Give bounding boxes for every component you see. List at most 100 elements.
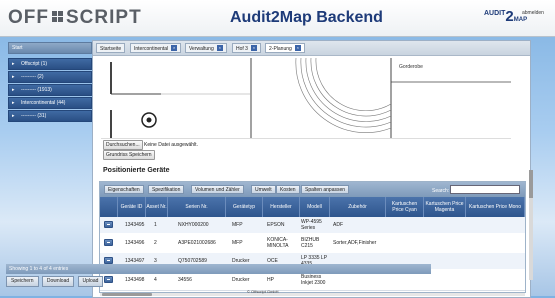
upload-row: Durchsuchen... Keine Datei ausgewählt.	[103, 140, 198, 150]
cell-asset-nr: 1	[154, 222, 157, 228]
col-header-geraetetyp[interactable]: Gerätetyp	[226, 197, 263, 217]
offscript-logo: OFF SCRIPT	[8, 7, 142, 29]
col-header-geraete-id[interactable]: Geräte ID	[118, 197, 146, 217]
chevron-right-icon: ▸	[12, 113, 15, 119]
close-icon[interactable]: ×	[171, 45, 178, 51]
sidebar-item-intercontinental[interactable]: ▸ Intercontinental (44)	[8, 97, 92, 109]
tab-label: 2-Planung	[269, 46, 292, 52]
tab-spalten-anpassen[interactable]: Spalten anpassen	[301, 185, 350, 194]
save-plan-row: Grundriss Speichern	[103, 150, 155, 160]
tab-spezifikation[interactable]: Spezifikation	[148, 185, 185, 194]
logo-grid-icon	[52, 11, 63, 22]
copyright: © Offscript GmbH	[247, 289, 279, 294]
sidebar-item-label: Offscript (1)	[21, 61, 48, 67]
close-icon[interactable]: ×	[294, 45, 301, 51]
device-table: Eigenschaften Spezifikation Volumen und …	[99, 181, 526, 296]
sidebar-item-offscript[interactable]: ▸ Offscript (1)	[8, 58, 92, 70]
app-title: Audit2Map Backend	[230, 9, 383, 26]
close-icon[interactable]: ×	[216, 45, 223, 51]
logout-link[interactable]: abmelden	[522, 10, 544, 16]
search-label: Search:	[432, 188, 450, 194]
save-floorplan-button[interactable]: Grundriss Speichern	[103, 150, 155, 160]
sidebar-item-label: --------- (2)	[21, 74, 44, 80]
cell-geraete-id: 1343495	[125, 222, 145, 228]
col-header-actions	[100, 197, 118, 217]
sidebar-item-label: --------- (31)	[21, 113, 47, 119]
table-row[interactable]: 1343495 1 NXHY000200 MFP EPSON WP-4595 S…	[100, 217, 525, 234]
vertical-scrollbar[interactable]	[529, 170, 533, 280]
col-header-hersteller[interactable]: Hersteller	[263, 197, 300, 217]
chevron-right-icon: ▸	[12, 61, 15, 67]
sidebar: Start ▸ Offscript (1) ▸ --------- (2) ▸ …	[8, 42, 92, 123]
tab-label: Intercontinental	[134, 46, 169, 52]
floor-plan-drawing	[110, 58, 511, 138]
download-button[interactable]: Download	[41, 276, 75, 287]
col-header-price-cyan[interactable]: Kartuschen Price Cyan	[386, 197, 424, 217]
tab-kosten[interactable]: Kosten	[276, 185, 300, 194]
col-header-modell[interactable]: Modell	[300, 197, 330, 217]
cell-geraetetyp: MFP	[232, 222, 243, 228]
brand-audit: AUDIT	[484, 10, 506, 17]
cell-modell: WP-4595 Series	[301, 219, 322, 231]
no-file-text: Keine Datei ausgewählt.	[144, 142, 198, 148]
tab-label: Verwaltung	[189, 46, 214, 52]
expand-row-button[interactable]	[104, 239, 113, 246]
cell-zubehoer: ADF	[333, 222, 343, 228]
cell-asset-nr: 2	[154, 240, 157, 246]
tab-intercontinental[interactable]: Intercontinental ×	[130, 43, 182, 53]
browse-button[interactable]: Durchsuchen...	[103, 140, 143, 150]
tab-startseite[interactable]: Startseite	[96, 43, 126, 53]
logo-text-right: SCRIPT	[66, 7, 142, 28]
sidebar-item-1913[interactable]: ▸ --------- (1913)	[8, 84, 92, 96]
sidebar-item-31[interactable]: ▸ --------- (31)	[8, 110, 92, 122]
cell-hersteller: KONICA-MINOLTA	[267, 237, 289, 249]
brand-map: MAP	[513, 17, 528, 23]
section-title: Positionierte Geräte	[103, 167, 170, 174]
tab-2-planung[interactable]: 2-Planung ×	[265, 43, 305, 53]
expand-row-button[interactable]	[104, 257, 113, 264]
table-header: Geräte ID Asset Nr. Serien Nr. Gerätetyp…	[100, 197, 525, 217]
audit2map-logo: AUDIT2MAP	[484, 8, 527, 25]
col-header-serien-nr[interactable]: Serien Nr.	[168, 197, 226, 217]
table-toolbar: Eigenschaften Spezifikation Volumen und …	[100, 182, 525, 197]
cell-modell: BIZHUB C215	[301, 237, 320, 249]
action-buttons: Speichern Download Upload	[6, 276, 105, 287]
chevron-right-icon: ▸	[12, 87, 15, 93]
cell-geraete-id: 1343496	[125, 240, 145, 246]
floor-plan[interactable]: Gorderobe	[101, 58, 511, 139]
chevron-right-icon: ▸	[12, 100, 15, 106]
sidebar-item-label: Intercontinental (44)	[21, 100, 66, 106]
main-panel: Startseite Intercontinental × Verwaltung ×…	[92, 40, 531, 298]
cell-geraetetyp: MFP	[232, 240, 243, 246]
upload-button[interactable]: Upload	[77, 276, 104, 287]
cell-serien-nr: A3PE021002686	[178, 240, 216, 246]
col-header-price-mono[interactable]: Kartuschen Price Mono	[466, 197, 525, 217]
tab-label: Hof 3	[236, 46, 248, 52]
logo-text-left: OFF	[8, 7, 49, 28]
tab-hof3[interactable]: Hof 3 ×	[232, 43, 261, 53]
scrollbar-thumb[interactable]	[529, 170, 533, 198]
expand-row-button[interactable]	[104, 221, 113, 228]
sidebar-item-2[interactable]: ▸ --------- (2)	[8, 71, 92, 83]
tab-umwelt[interactable]: Umwelt	[251, 185, 276, 194]
tab-verwaltung[interactable]: Verwaltung ×	[185, 43, 227, 53]
cell-zubehoer: Sorter,ADF,Finisher	[333, 240, 377, 246]
chevron-right-icon: ▸	[12, 74, 15, 80]
app-header: OFF SCRIPT Audit2Map Backend AUDIT2MAP ab…	[0, 0, 555, 37]
tab-volumen-zaehler[interactable]: Volumen und Zähler	[191, 185, 244, 194]
sidebar-item-label: --------- (1913)	[21, 87, 52, 93]
tab-bar: Startseite Intercontinental × Verwaltung ×…	[93, 41, 530, 56]
search-input[interactable]	[450, 185, 520, 194]
save-button[interactable]: Speichern	[6, 276, 39, 287]
table-info: Showing 1 to 4 of 4 entries	[6, 264, 431, 274]
sidebar-start[interactable]: Start	[8, 42, 92, 54]
col-header-asset-nr[interactable]: Asset Nr.	[146, 197, 168, 217]
cell-serien-nr: NXHY000200	[178, 222, 209, 228]
close-icon[interactable]: ×	[250, 45, 257, 51]
room-label: Gorderobe	[399, 64, 423, 70]
col-header-price-magenta[interactable]: Kartuschen Price Magenta	[424, 197, 466, 217]
table-row[interactable]: 1343496 2 A3PE021002686 MFP KONICA-MINOL…	[100, 233, 525, 254]
col-header-zubehoer[interactable]: Zubehör	[330, 197, 386, 217]
brand-number: 2	[505, 8, 514, 25]
tab-eigenschaften[interactable]: Eigenschaften	[104, 185, 144, 194]
